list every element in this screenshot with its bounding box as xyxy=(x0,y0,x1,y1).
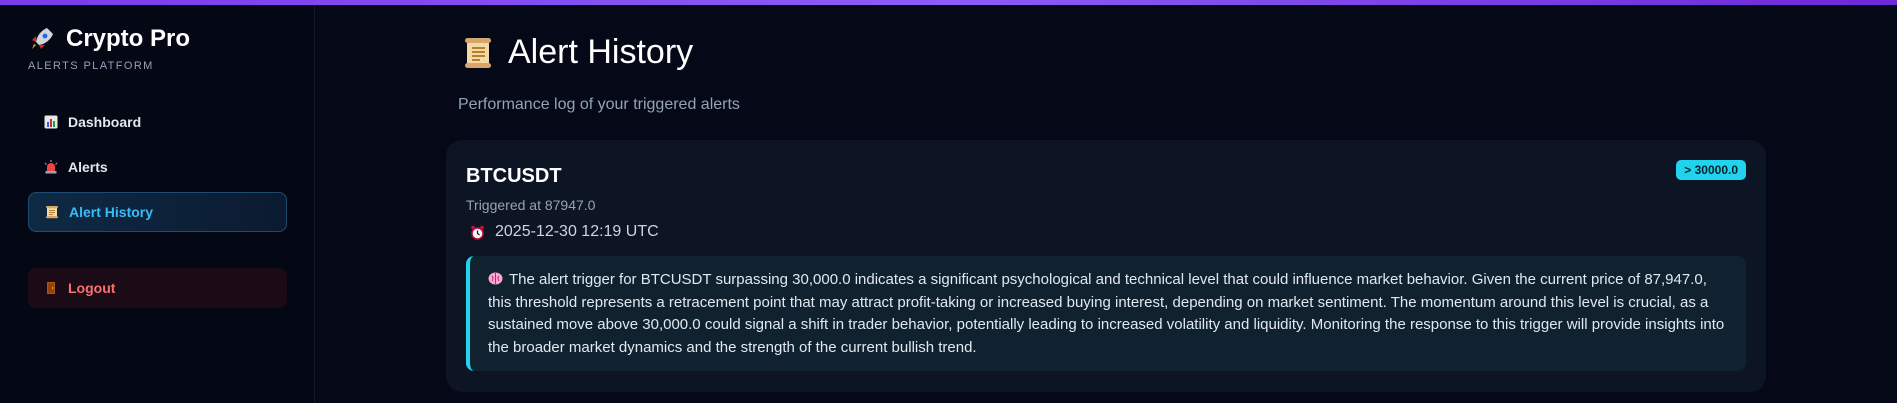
insight-text: The alert trigger for BTCUSDT surpassing… xyxy=(488,271,1725,356)
ai-insight: The alert trigger for BTCUSDT surpassing… xyxy=(466,256,1746,371)
scroll-icon xyxy=(45,205,59,219)
sidebar-item-label: Alert History xyxy=(69,204,154,220)
sidebar-item-alert-history[interactable]: Alert History xyxy=(28,192,287,232)
sidebar: Crypto Pro ALERTS PLATFORM Dashboard Ale… xyxy=(0,5,315,403)
siren-icon xyxy=(44,160,58,174)
door-icon xyxy=(44,281,58,295)
bar-chart-icon xyxy=(44,115,58,129)
triggered-price: Triggered at 87947.0 xyxy=(466,197,596,213)
brand-subtitle: ALERTS PLATFORM xyxy=(28,60,154,72)
brain-icon xyxy=(488,270,503,285)
sidebar-nav: Dashboard Alerts Alert History xyxy=(28,102,287,237)
alert-symbol: BTCUSDT xyxy=(466,165,562,187)
brand: Crypto Pro ALERTS PLATFORM xyxy=(28,25,190,72)
rocket-icon xyxy=(28,25,56,53)
sidebar-item-dashboard[interactable]: Dashboard xyxy=(28,102,287,142)
page-title: Alert History xyxy=(462,33,693,72)
alert-history-card: BTCUSDT > 30000.0 Triggered at 87947.0 2… xyxy=(446,140,1766,392)
brand-title: Crypto Pro xyxy=(66,25,191,52)
alarm-clock-icon xyxy=(470,225,485,240)
condition-badge: > 30000.0 xyxy=(1676,160,1746,180)
page-title-text: Alert History xyxy=(508,33,694,71)
brand-title-row: Crypto Pro xyxy=(28,25,190,53)
main-content: Alert History Performance log of your tr… xyxy=(316,5,1897,403)
sidebar-item-label: Alerts xyxy=(68,159,108,175)
page-subtitle: Performance log of your triggered alerts xyxy=(458,96,740,113)
sidebar-item-label: Dashboard xyxy=(68,114,142,130)
scroll-icon xyxy=(462,36,494,70)
sidebar-item-alerts[interactable]: Alerts xyxy=(28,147,287,187)
logout-label: Logout xyxy=(68,280,116,296)
timestamp-text: 2025-12-30 12:19 UTC xyxy=(495,223,659,240)
trigger-timestamp: 2025-12-30 12:19 UTC xyxy=(470,223,659,241)
logout-button[interactable]: Logout xyxy=(28,268,287,308)
